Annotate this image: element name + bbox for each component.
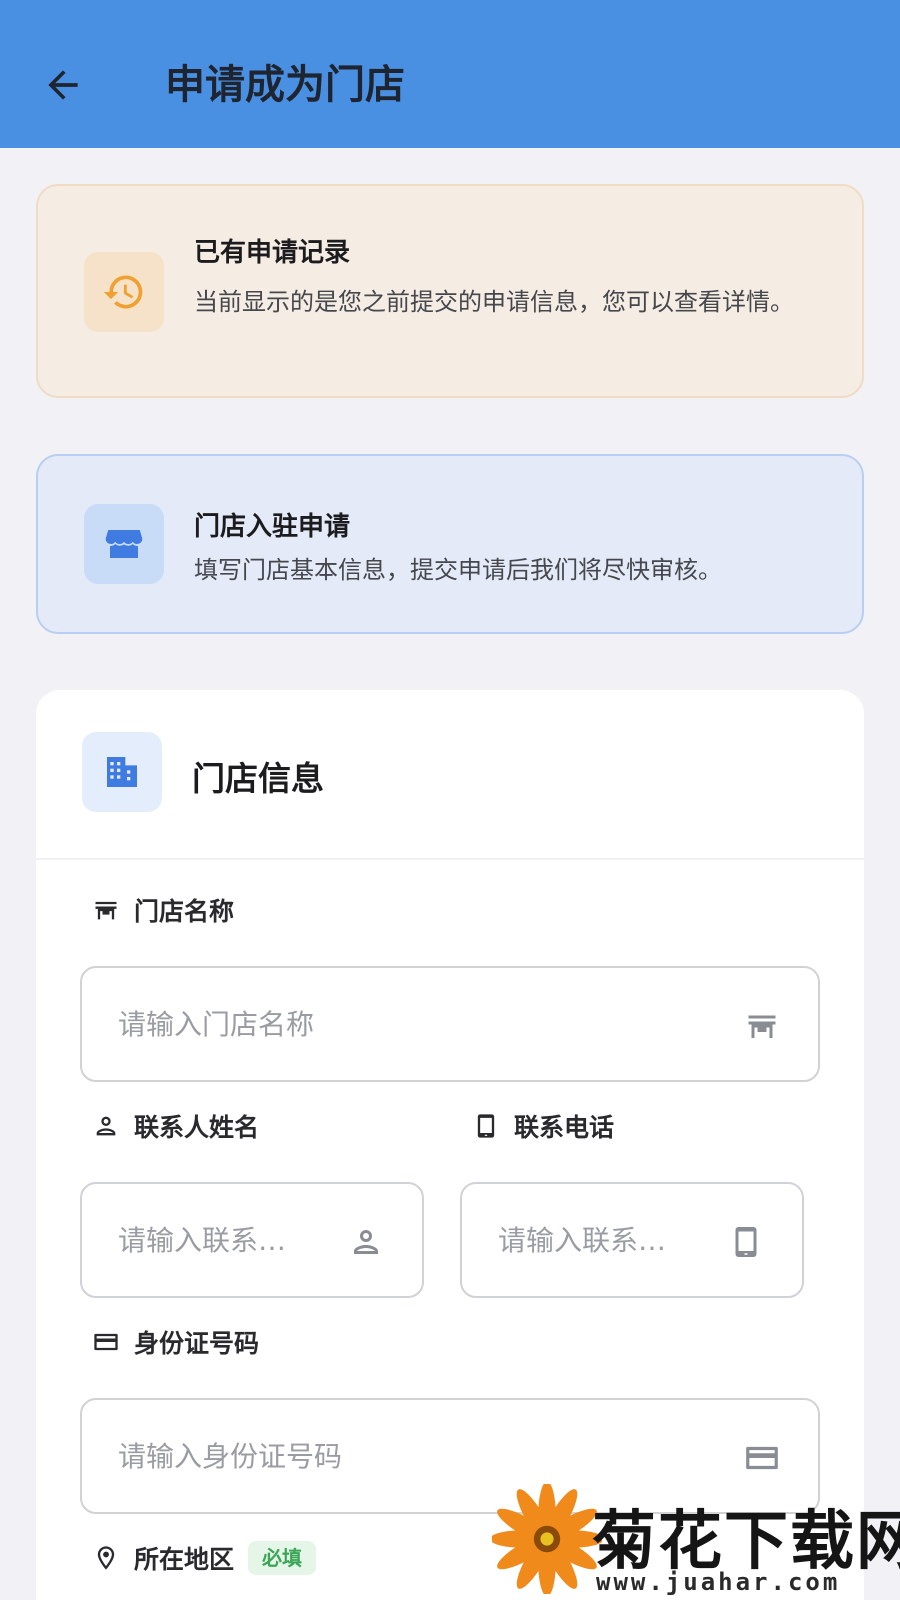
history-icon [103,275,143,309]
arrow-left-icon [48,70,78,100]
storefront-icon [748,1015,776,1038]
store-icon-box [84,504,164,584]
apply-notice-title: 门店入驻申请 [194,512,351,542]
contact-name-trailing-icon [346,1222,386,1262]
apply-notice-desc: 填写门店基本信息，提交申请后我们将尽快审核。 [194,556,722,584]
id-number-trailing-icon [742,1438,782,1478]
contact-phone-trailing-icon [726,1222,766,1262]
contact-phone-label-text: 联系电话 [514,1113,615,1142]
building-icon-box [82,732,162,812]
watermark-url: www.juahar.com [596,1568,841,1596]
store-name-field[interactable] [80,966,820,1082]
contact-name-label: 联系人姓名 [92,1108,259,1144]
back-button[interactable] [38,60,88,110]
store-icon [105,530,143,558]
required-badge: 必填 [248,1541,317,1575]
history-record-notice[interactable]: 已有申请记录 当前显示的是您之前提交的申请信息，您可以查看详情。 [36,184,864,398]
storefront-icon [95,901,117,920]
id-card-icon [746,1446,778,1470]
region-label: 所在地区 必填 [92,1540,317,1576]
contact-phone-label: 联系电话 [472,1108,614,1144]
contact-phone-field[interactable] [460,1182,804,1298]
store-info-card: 门店信息 门店名称 联系人姓名 联系电 [36,690,864,1600]
flower-logo-icon [492,1484,602,1594]
history-icon-box [84,252,164,332]
card-header: 门店信息 [36,690,864,860]
contact-name-field[interactable] [80,1182,424,1298]
contact-name-input[interactable] [118,1184,338,1296]
person-icon [354,1230,378,1254]
history-notice-desc: 当前显示的是您之前提交的申请信息，您可以查看详情。 [194,288,794,316]
location-pin-icon [97,1546,115,1570]
app-bar: 申请成为门店 [0,0,900,148]
id-number-label: 身份证号码 [92,1324,259,1360]
history-notice-title: 已有申请记录 [194,238,351,268]
store-apply-notice: 门店入驻申请 填写门店基本信息，提交申请后我们将尽快审核。 [36,454,864,634]
store-name-label-text: 门店名称 [134,897,235,926]
page-title: 申请成为门店 [165,62,405,108]
store-name-input[interactable] [118,968,718,1080]
watermark: 菊花下载网 www.juahar.com [492,1480,900,1600]
phone-icon [477,1114,495,1138]
region-label-text: 所在地区 [134,1545,235,1574]
store-name-label: 门店名称 [92,892,234,928]
contact-name-label-text: 联系人姓名 [134,1113,260,1142]
id-card-icon [94,1333,118,1351]
id-number-label-text: 身份证号码 [134,1329,260,1358]
person-icon [96,1116,116,1136]
contact-phone-input[interactable] [498,1184,718,1296]
card-title: 门店信息 [192,759,324,798]
phone-icon [735,1227,757,1257]
building-icon [107,757,137,787]
store-name-trailing-icon [742,1006,782,1046]
